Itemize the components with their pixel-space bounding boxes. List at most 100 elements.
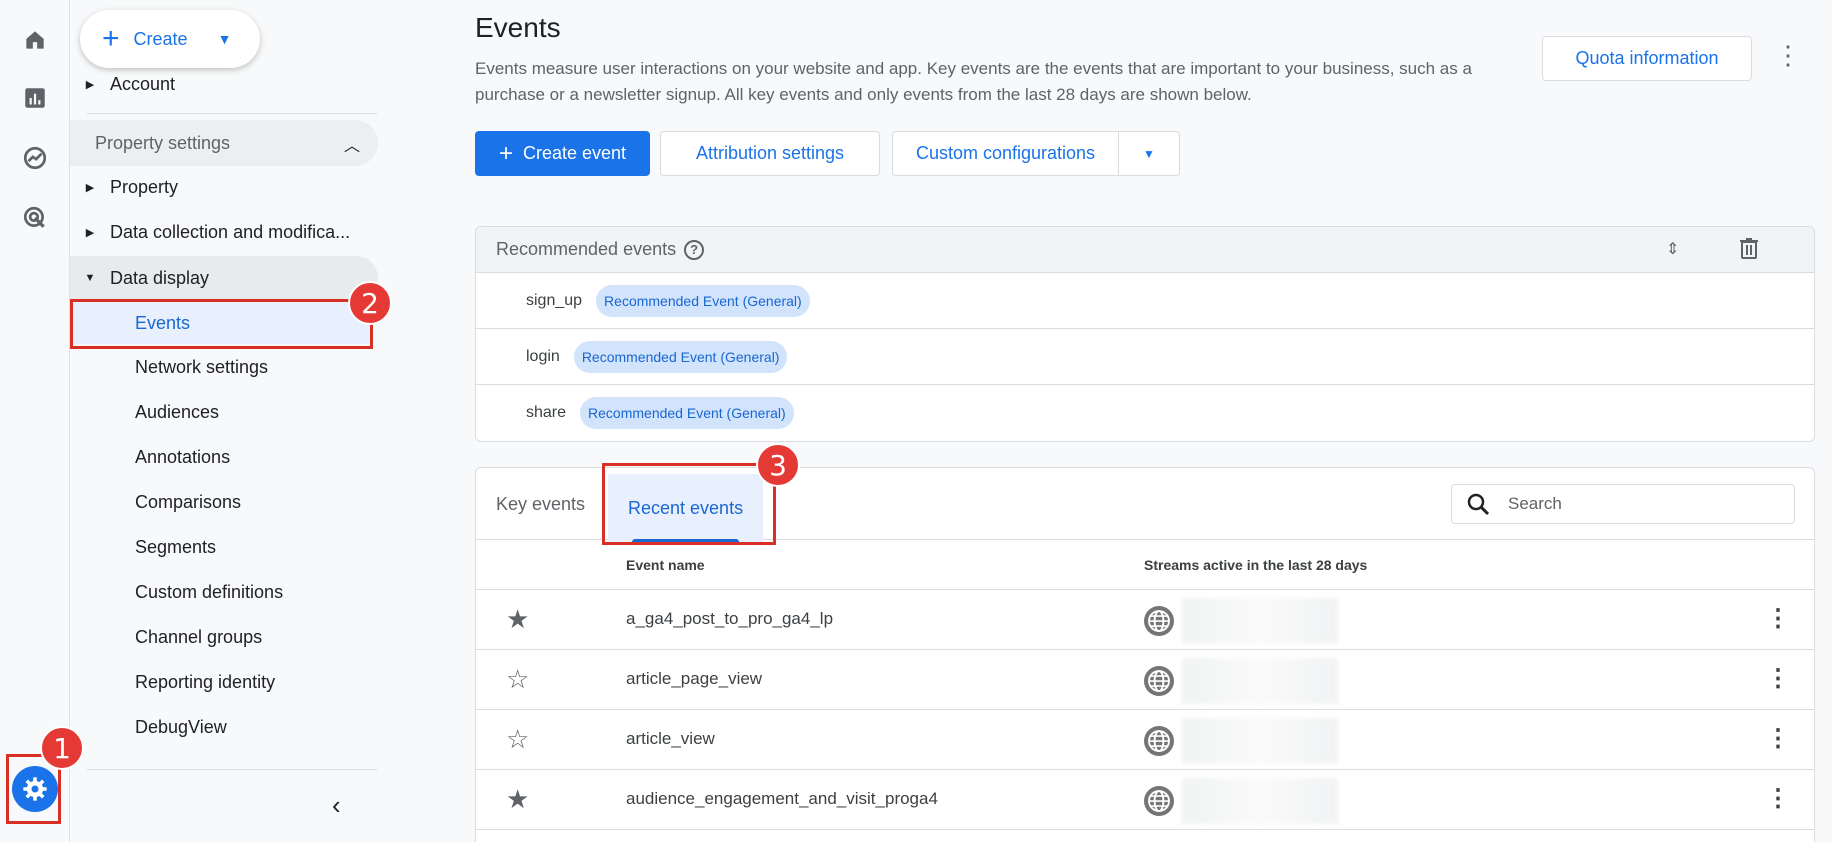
event-name[interactable]: article_view	[626, 729, 715, 749]
nav-item-label: Property	[110, 176, 179, 197]
property-settings-nav: + Create ▼ ▶ Account Property settings ︿…	[70, 0, 388, 842]
globe-icon	[1144, 666, 1174, 696]
caret-down-icon: ▼	[217, 31, 232, 47]
annotation-box-3	[602, 463, 776, 545]
nav-subitem-annotations[interactable]: Annotations	[135, 437, 230, 477]
attribution-settings-button[interactable]: Attribution settings	[660, 131, 880, 176]
star-outline-icon[interactable]: ☆	[506, 724, 529, 755]
more-options-icon[interactable]: ⋮	[1766, 724, 1790, 753]
page-title: Events	[475, 12, 561, 43]
column-header-event-name[interactable]: Event name	[626, 557, 705, 573]
recommended-chip[interactable]: Recommended Event (General)	[580, 397, 794, 429]
redacted-stream	[1182, 778, 1338, 824]
nav-item-account[interactable]: ▶ Account	[70, 64, 175, 104]
expand-arrow-icon: ▶	[85, 181, 95, 194]
redacted-stream	[1182, 718, 1338, 764]
event-name[interactable]: article_page_view	[626, 669, 762, 689]
quota-information-button[interactable]: Quota information	[1542, 36, 1752, 81]
recommended-events-card: Recommended events ? ⇕ sign_up Recommend…	[475, 226, 1815, 442]
star-outline-icon[interactable]: ☆	[506, 664, 529, 695]
caret-down-icon: ▼	[1143, 146, 1155, 161]
event-name: sign_up	[526, 291, 583, 309]
help-icon[interactable]: ?	[684, 239, 705, 260]
annotation-badge-2: 2	[348, 281, 392, 325]
home-icon[interactable]	[17, 22, 53, 58]
tab-key-events[interactable]: Key events	[496, 468, 585, 540]
table-row: ★ audience_engagement_and_visit_proga4 ⋮	[476, 770, 1814, 830]
table-header: Event name Streams active in the last 28…	[476, 540, 1814, 590]
nav-item-property[interactable]: ▶ Property	[70, 167, 178, 207]
expand-arrow-icon: ▶	[85, 226, 95, 239]
explore-icon[interactable]	[17, 140, 53, 176]
redacted-stream	[1182, 658, 1338, 704]
nav-subitem-reporting-identity[interactable]: Reporting identity	[135, 662, 275, 702]
section-label: Property settings	[95, 132, 231, 153]
list-item: sign_up Recommended Event (General)	[476, 273, 1814, 329]
section-property-settings[interactable]: Property settings ︿	[70, 120, 378, 166]
nav-item-label: Data display	[110, 267, 210, 288]
create-event-button[interactable]: + Create event	[475, 131, 650, 176]
redacted-stream	[1182, 598, 1338, 644]
collapse-nav-chevron-icon[interactable]: ‹	[332, 790, 341, 821]
nav-item-data-display[interactable]: ▼ Data display	[70, 258, 210, 298]
advertising-icon[interactable]	[17, 200, 53, 236]
plus-icon: +	[102, 22, 120, 55]
table-row: ☆ article_page_view ⋮	[476, 650, 1814, 710]
globe-icon	[1144, 786, 1174, 816]
nav-item-data-collection[interactable]: ▶ Data collection and modifica...	[70, 212, 350, 252]
annotation-badge-3: 3	[756, 443, 800, 487]
column-header-streams[interactable]: Streams active in the last 28 days	[1144, 557, 1367, 573]
collapse-arrow-icon: ▼	[84, 272, 96, 284]
search-input[interactable]: Search	[1451, 484, 1795, 524]
list-item: login Recommended Event (General)	[476, 329, 1814, 385]
event-name[interactable]: a_ga4_post_to_pro_ga4_lp	[626, 609, 833, 629]
table-row: ☆ article_view ⋮	[476, 710, 1814, 770]
nav-subitem-debugview[interactable]: DebugView	[135, 707, 227, 747]
nav-subitem-custom-definitions[interactable]: Custom definitions	[135, 572, 283, 612]
globe-icon	[1144, 606, 1174, 636]
annotation-box-2	[70, 299, 373, 349]
main-content: Events Events measure user interactions …	[475, 0, 1832, 842]
custom-configurations-dropdown[interactable]: ▼	[1118, 131, 1180, 176]
create-event-label: Create event	[522, 143, 627, 163]
divider	[87, 113, 377, 114]
plus-icon: +	[498, 139, 513, 167]
create-button[interactable]: + Create ▼	[80, 10, 260, 68]
nav-subitem-channel-groups[interactable]: Channel groups	[135, 617, 262, 657]
event-name[interactable]: audience_engagement_and_visit_proga4	[626, 789, 938, 809]
more-options-icon[interactable]: ⋮	[1766, 784, 1790, 813]
nav-subitem-segments[interactable]: Segments	[135, 527, 216, 567]
reports-icon[interactable]	[17, 80, 53, 116]
expand-arrow-icon: ▶	[85, 78, 95, 91]
more-options-icon[interactable]: ⋮	[1766, 604, 1790, 633]
list-item: share Recommended Event (General)	[476, 385, 1814, 441]
nav-subitem-network-settings[interactable]: Network settings	[135, 347, 268, 387]
star-filled-icon[interactable]: ★	[506, 784, 529, 815]
search-icon	[1467, 493, 1490, 516]
more-options-icon[interactable]: ⋮	[1775, 40, 1801, 71]
expand-collapse-icon[interactable]: ⇕	[1666, 239, 1679, 259]
nav-item-label: Data collection and modifica...	[110, 221, 351, 242]
create-label: Create	[133, 28, 188, 49]
chevron-up-icon: ︿	[343, 138, 360, 155]
star-filled-icon[interactable]: ★	[506, 604, 529, 635]
table-row: ★ a_ga4_post_to_pro_ga4_lp ⋮	[476, 590, 1814, 650]
nav-item-label: Account	[110, 73, 176, 94]
recommended-chip[interactable]: Recommended Event (General)	[596, 284, 810, 317]
more-options-icon[interactable]: ⋮	[1766, 664, 1790, 693]
nav-subitem-audiences[interactable]: Audiences	[135, 392, 219, 432]
search-placeholder: Search	[1508, 494, 1562, 513]
recommended-chip[interactable]: Recommended Event (General)	[573, 340, 788, 373]
event-name: login	[526, 347, 560, 365]
nav-subitem-comparisons[interactable]: Comparisons	[135, 482, 241, 522]
icon-rail	[0, 0, 70, 842]
recommended-events-header: Recommended events ? ⇕	[476, 227, 1814, 273]
page-description: Events measure user interactions on your…	[475, 59, 1472, 104]
annotation-badge-1: 1	[40, 726, 84, 770]
card-title: Recommended events	[496, 239, 677, 259]
globe-icon	[1144, 726, 1174, 756]
divider	[87, 769, 377, 770]
event-name: share	[526, 404, 567, 421]
custom-configurations-button[interactable]: Custom configurations	[892, 131, 1119, 176]
trash-icon[interactable]	[1739, 237, 1759, 264]
